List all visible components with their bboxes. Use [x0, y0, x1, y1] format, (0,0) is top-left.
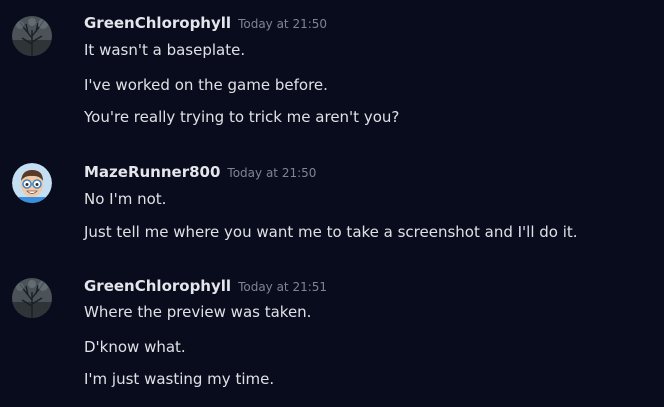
message-text: No I'm not.: [84, 190, 167, 208]
username[interactable]: GreenChlorophyll: [84, 14, 231, 32]
message-text: I'm just wasting my time.: [84, 370, 275, 388]
cartoon-face-avatar-icon[interactable]: [12, 163, 52, 203]
message-text: Just tell me where you want me to take a…: [84, 223, 578, 241]
message-text: I've worked on the game before.: [84, 76, 328, 94]
chat-message-list: GreenChlorophyll Today at 21:50 It wasn't…: [0, 0, 664, 407]
message-text: Where the preview was taken.: [84, 303, 312, 321]
timestamp[interactable]: Today at 21:50: [227, 166, 316, 180]
username[interactable]: GreenChlorophyll: [84, 277, 231, 295]
message-text: It wasn't a baseplate.: [84, 41, 246, 59]
message-text: D'know what.: [84, 338, 186, 356]
message-text: You're really trying to trick me aren't …: [84, 108, 400, 126]
message-header: GreenChlorophyll Today at 21:51: [84, 276, 327, 298]
tree-avatar-icon[interactable]: [12, 16, 52, 56]
username[interactable]: MazeRunner800: [84, 163, 220, 181]
timestamp[interactable]: Today at 21:51: [238, 280, 327, 294]
message-header: GreenChlorophyll Today at 21:50: [84, 13, 327, 35]
timestamp[interactable]: Today at 21:50: [238, 17, 327, 31]
message-header: MazeRunner800 Today at 21:50: [84, 162, 316, 184]
tree-avatar-icon[interactable]: [12, 278, 52, 318]
